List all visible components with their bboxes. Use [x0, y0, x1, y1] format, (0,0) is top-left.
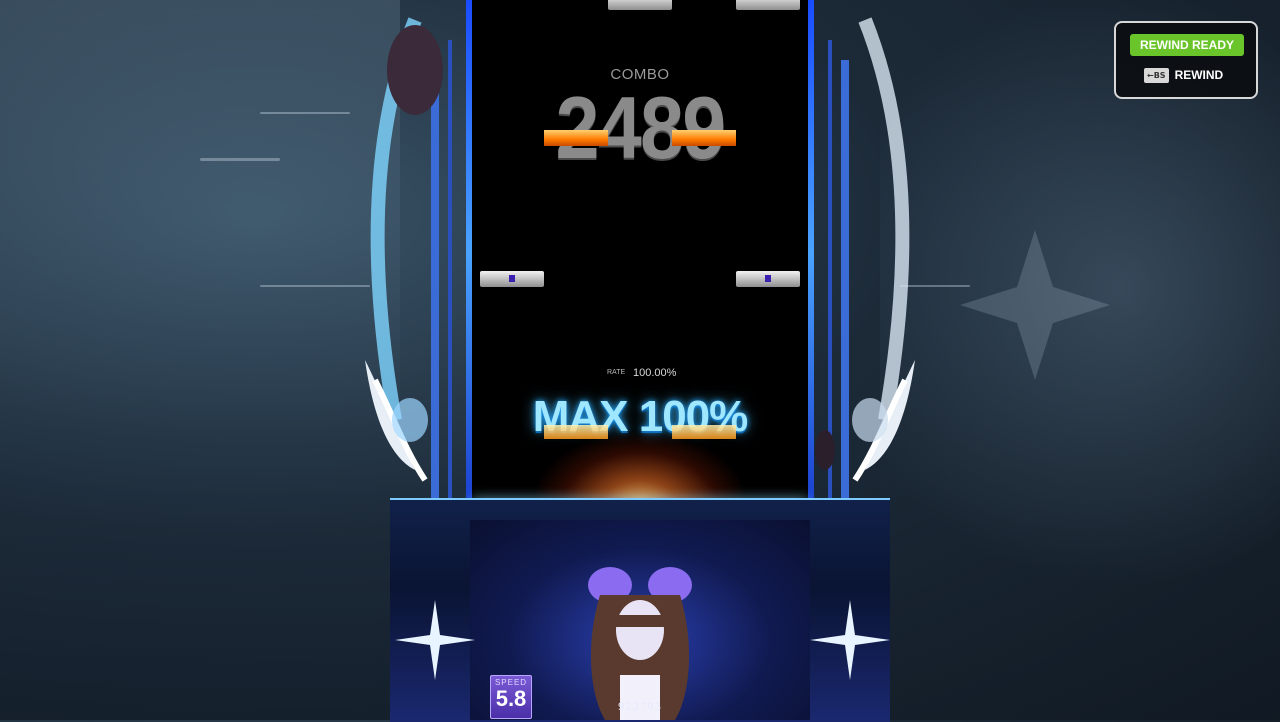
sparkle-icon [395, 600, 475, 680]
background-left [0, 0, 400, 720]
combo-counter: 2489 [555, 78, 726, 177]
score-counter: 923793 [617, 702, 663, 713]
rate-value: 100.00% [633, 367, 677, 379]
rewind-ready-badge: REWIND READY [1130, 34, 1244, 56]
speed-indicator: SPEED 5.8 [490, 675, 532, 719]
note [608, 0, 672, 10]
rate-label: RATE [607, 369, 626, 376]
light-streak [200, 158, 280, 161]
note [736, 271, 800, 287]
hold-note [672, 425, 736, 439]
speed-value: 5.8 [495, 686, 527, 711]
hold-note [544, 425, 608, 439]
rewind-panel: REWIND READY ←BS REWIND [1114, 21, 1258, 99]
sparkle-icon [810, 600, 890, 680]
hold-note [672, 130, 736, 146]
note [736, 0, 800, 10]
star-emblem-icon [960, 230, 1110, 380]
rewind-label: REWIND [1174, 68, 1224, 82]
light-streak [260, 285, 370, 287]
judgement-text: MAX 100% [532, 392, 749, 441]
character-portrait-icon [588, 567, 692, 720]
rewind-button[interactable]: ←BS REWIND [1144, 67, 1223, 83]
backspace-key-icon: ←BS [1144, 67, 1169, 83]
lane-border-right [808, 0, 814, 505]
note [480, 271, 544, 287]
hold-note [544, 130, 608, 146]
light-streak [260, 112, 350, 114]
